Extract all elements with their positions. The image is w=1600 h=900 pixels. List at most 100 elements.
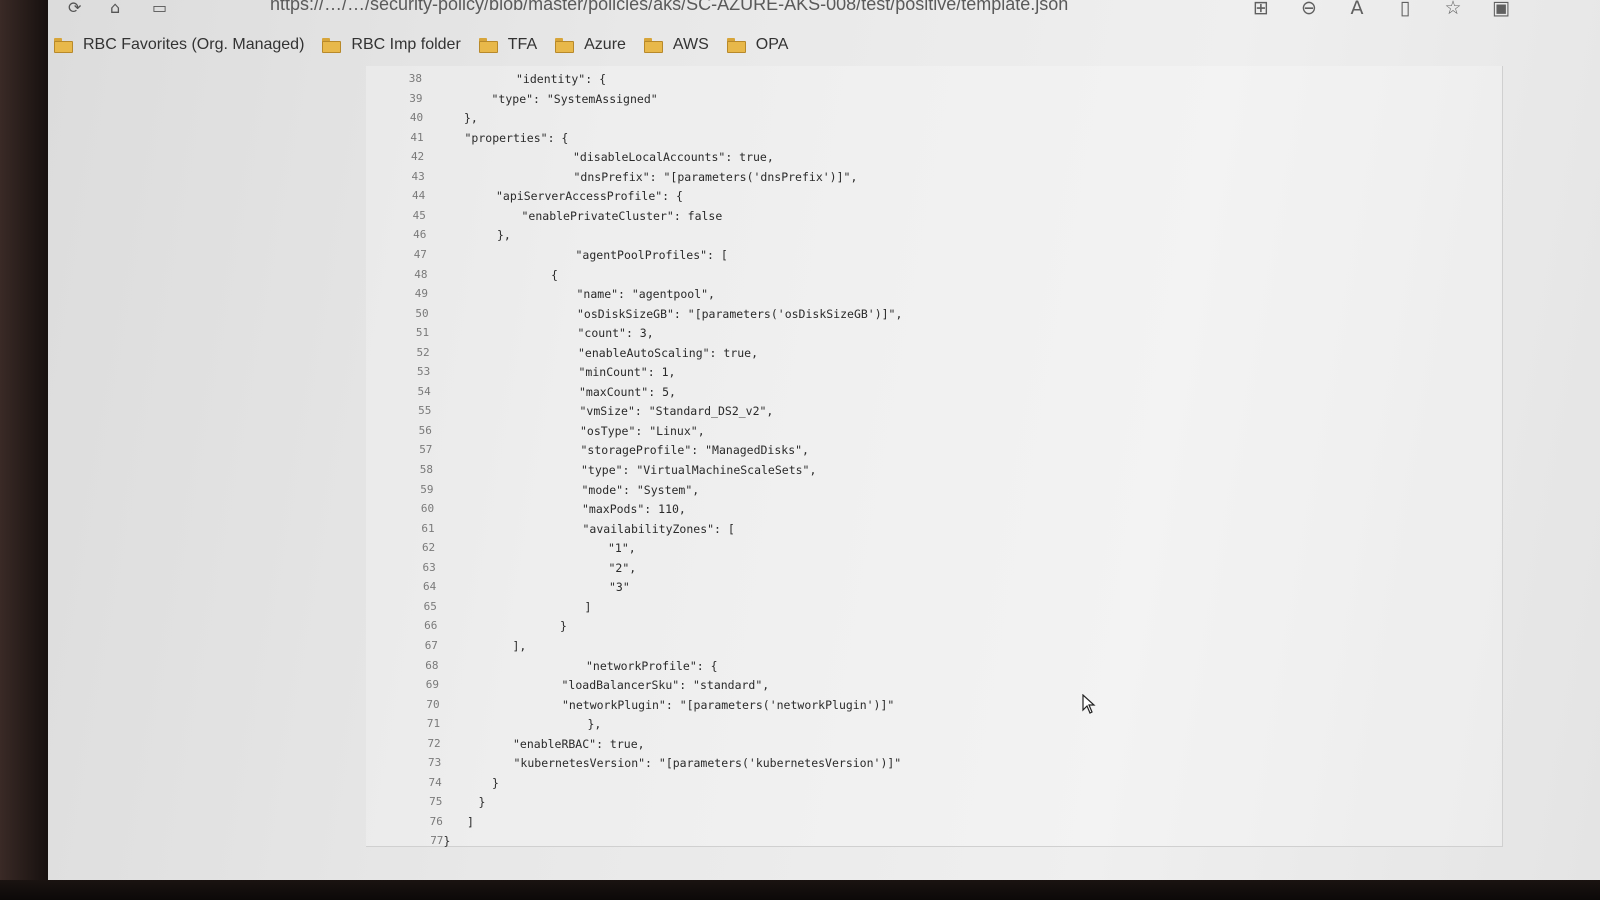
favorite-label: TFA [507, 36, 538, 53]
code-text: "name": "agentpool", [576, 287, 715, 302]
line-number: 67 [424, 638, 438, 652]
extension-icon[interactable]: ▣ [1488, 0, 1514, 20]
line-number: 63 [422, 560, 436, 574]
code-text: { [551, 267, 558, 282]
apps-icon[interactable]: ⊞ [1248, 0, 1274, 20]
line-number: 77 [430, 834, 444, 848]
folder-icon [555, 37, 575, 53]
folder-icon [726, 37, 746, 53]
read-aloud-icon[interactable]: A [1344, 0, 1370, 20]
code-text: "storageProfile": "ManagedDisks", [580, 443, 809, 458]
code-text: } [560, 619, 567, 634]
address-bar[interactable]: ⟳ ⌂ ▭ https://…/…/security-policy/blob/m… [48, 0, 1600, 20]
line-number: 50 [415, 306, 429, 320]
code-text: } [443, 834, 451, 849]
refresh-icon[interactable]: ⟳ [68, 0, 90, 17]
line-number: 75 [429, 795, 443, 809]
favorite-label: OPA [755, 36, 789, 53]
favorite-label: AWS [672, 36, 709, 53]
code-text: "type": "SystemAssigned" [491, 91, 658, 106]
line-number: 54 [417, 384, 431, 398]
line-number: 43 [411, 169, 425, 183]
favorite-folder-aws[interactable]: AWS [643, 36, 709, 54]
line-number: 46 [413, 228, 427, 242]
immersive-reader-icon[interactable]: ▯ [1392, 0, 1418, 20]
tab-icon[interactable]: ▭ [152, 0, 174, 17]
code-text: "maxCount": 5, [579, 384, 676, 399]
line-number: 70 [426, 697, 440, 711]
line-number: 68 [425, 658, 439, 672]
line-number: 58 [419, 463, 433, 476]
code-text: }, [497, 228, 511, 243]
code-text: "enableRBAC": true, [513, 736, 645, 751]
line-number: 40 [409, 111, 424, 125]
line-number: 49 [414, 287, 429, 301]
line-number: 74 [428, 775, 442, 789]
line-number: 57 [419, 443, 433, 457]
line-number: 59 [420, 482, 434, 496]
code-text: "minCount": 1, [578, 365, 676, 380]
code-text: "apiServerAccessProfile": { [496, 189, 683, 204]
code-text: ] [467, 814, 474, 829]
code-text: "2", [608, 560, 637, 575]
line-number: 56 [418, 423, 432, 437]
zoom-out-icon[interactable]: ⊖ [1296, 0, 1322, 20]
favorite-folder-rbc-imp[interactable]: RBC Imp folder [322, 36, 461, 54]
line-number: 42 [410, 150, 425, 164]
code-text: "properties": { [464, 130, 569, 145]
code-text: }, [587, 717, 602, 732]
line-number: 44 [412, 189, 426, 203]
code-text: "dnsPrefix": "[parameters('dnsPrefix')]"… [573, 169, 858, 184]
code-text: "enablePrivateCluster": false [521, 208, 723, 223]
code-view: 38 "identity": {39 "type": "SystemAssigned… [366, 66, 1503, 849]
code-text: "count": 3, [577, 326, 654, 341]
code-text: "loadBalancerSku": "standard", [561, 678, 770, 693]
folder-icon [643, 37, 663, 53]
favorite-folder-azure[interactable]: Azure [555, 36, 626, 54]
favorite-label: RBC Imp folder [351, 36, 461, 53]
favorite-label: Azure [584, 36, 626, 53]
browser-window: ⟳ ⌂ ▭ https://…/…/security-policy/blob/m… [48, 0, 1600, 882]
code-text: ] [584, 599, 592, 614]
favorite-folder-opa[interactable]: OPA [726, 36, 789, 54]
code-text: "1", [608, 541, 636, 556]
line-number: 72 [427, 736, 441, 750]
line-number: 41 [410, 130, 424, 144]
line-number: 61 [421, 521, 435, 535]
line-number: 55 [418, 404, 432, 418]
code-text: "mode": "System", [581, 482, 700, 497]
favorite-star-icon[interactable]: ☆ [1440, 0, 1466, 20]
code-text: "agentPoolProfiles": [ [575, 247, 728, 262]
code-text: ], [512, 638, 527, 653]
line-number: 62 [421, 541, 436, 555]
code-text: "osDiskSizeGB": "[parameters('osDiskSize… [577, 306, 903, 321]
line-number: 73 [428, 756, 442, 770]
line-number: 76 [429, 814, 443, 828]
favorite-label: RBC Favorites (Org. Managed) [83, 36, 305, 53]
code-text: "kubernetesVersion": "[parameters('kuber… [513, 756, 902, 771]
code-text: }, [464, 111, 478, 126]
line-number: 47 [413, 247, 427, 261]
line-number: 66 [424, 619, 438, 633]
monitor-bezel-bottom [0, 880, 1600, 900]
favorite-folder-tfa[interactable]: TFA [478, 36, 538, 54]
favorites-bar: RBC Favorites (Org. Managed) RBC Imp fol… [48, 28, 1600, 62]
mouse-cursor-icon [1082, 694, 1096, 714]
browser-toolbar: ⊞ ⊖ A ▯ ☆ ▣ [1248, 0, 1514, 20]
line-number: 52 [416, 345, 430, 359]
url-text[interactable]: https://…/…/security-policy/blob/master/… [270, 0, 1068, 15]
code-text: "vmSize": "Standard_DS2_v2", [579, 404, 774, 419]
folder-icon [478, 37, 498, 53]
code-text: "maxPods": 110, [582, 502, 686, 517]
home-icon[interactable]: ⌂ [110, 0, 132, 17]
line-number: 39 [409, 91, 423, 105]
code-text: "identity": { [516, 72, 607, 86]
line-number: 53 [417, 365, 431, 379]
code-text: "networkProfile": { [586, 658, 718, 673]
code-text: "3" [609, 580, 630, 595]
line-number: 60 [420, 502, 435, 516]
line-number: 64 [423, 580, 437, 594]
code-text: "availabilityZones": [ [582, 521, 735, 536]
favorite-folder-rbc-favorites[interactable]: RBC Favorites (Org. Managed) [54, 36, 304, 54]
folder-icon [322, 37, 342, 53]
